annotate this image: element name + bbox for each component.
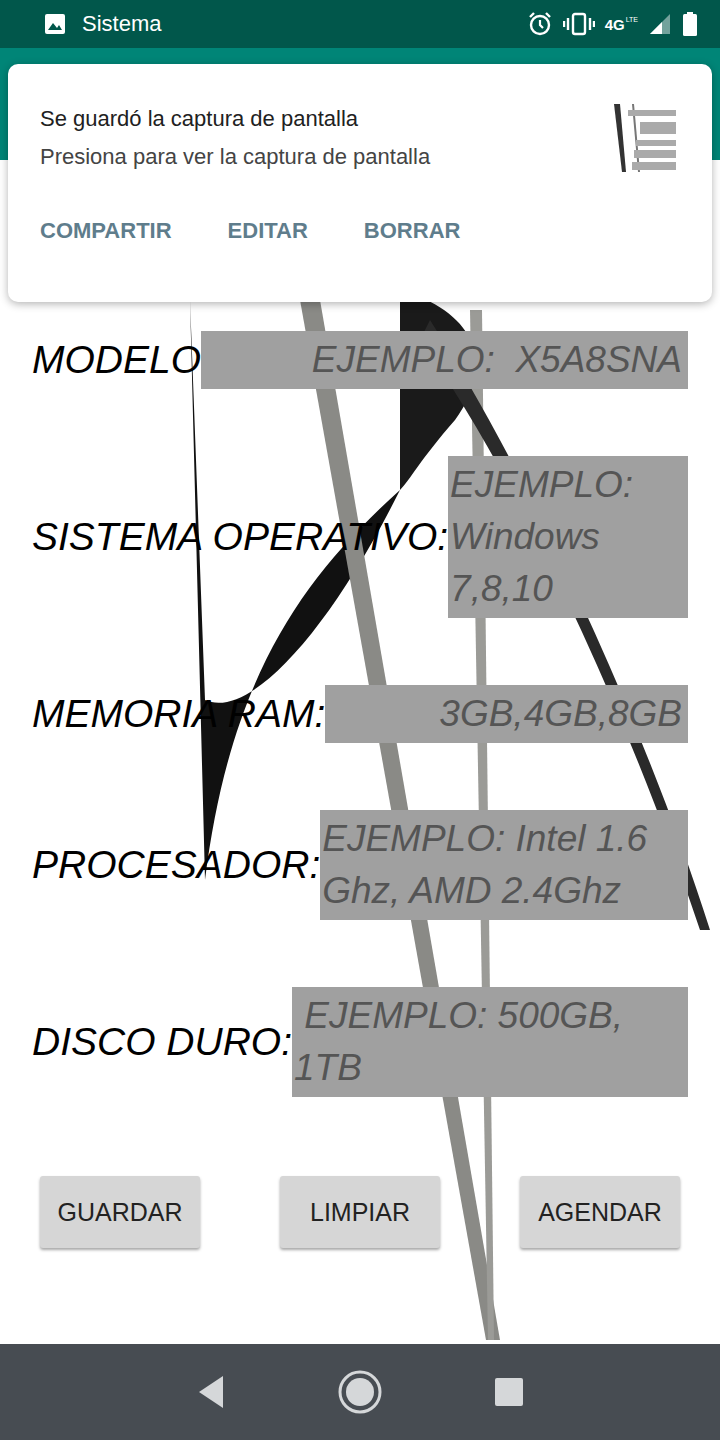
text-field[interactable]: 3GB,4GB,8GB — [325, 685, 688, 743]
text-field[interactable]: EJEMPLO: 500GB, 1TB — [292, 987, 688, 1097]
form-row: DISCO DURO: EJEMPLO: 500GB, 1TB — [32, 987, 688, 1097]
navigation-bar — [0, 1344, 720, 1440]
battery-icon — [682, 11, 698, 37]
text-field[interactable]: EJEMPLO: Intel 1.6 Ghz, AMD 2.4Ghz — [320, 810, 688, 920]
text-field[interactable]: EJEMPLO: X5A8SNA — [201, 331, 688, 389]
notification-title: Se guardó la captura de pantalla — [40, 106, 430, 132]
form-row: SISTEMA OPERATIVO: EJEMPLO: Windows 7,8,… — [32, 456, 688, 618]
status-title: Sistema — [82, 11, 161, 37]
field-label: MEMORIA RAM: — [32, 692, 325, 736]
screen: Sistema 4GLTE MODELO EJEMPLO: X5A8SNA SIS… — [0, 0, 720, 1440]
screenshot-notification[interactable]: Se guardó la captura de pantalla Presion… — [8, 64, 712, 302]
recents-icon[interactable] — [493, 1376, 525, 1408]
action-button[interactable]: AGENDAR — [520, 1176, 680, 1248]
text-field[interactable]: EJEMPLO: Windows 7,8,10 — [448, 456, 688, 618]
field-label: PROCESADOR: — [32, 843, 320, 887]
screenshot-thumbnail-icon[interactable] — [612, 102, 678, 174]
field-label: DISCO DURO: — [32, 1020, 292, 1064]
field-label: MODELO — [32, 338, 201, 382]
alarm-icon — [527, 11, 553, 37]
notification-action[interactable]: EDITAR — [228, 218, 308, 244]
action-button[interactable]: GUARDAR — [40, 1176, 200, 1248]
notification-action[interactable]: BORRAR — [364, 218, 461, 244]
status-bar: Sistema 4GLTE — [0, 0, 720, 48]
image-icon — [44, 13, 66, 35]
button-row: GUARDAR LIMPIAR AGENDAR — [0, 1176, 720, 1248]
form-row: MODELO EJEMPLO: X5A8SNA — [32, 331, 688, 389]
content: MODELO EJEMPLO: X5A8SNA SISTEMA OPERATIVO… — [0, 160, 720, 1344]
form-row: PROCESADOR: EJEMPLO: Intel 1.6 Ghz, AMD … — [32, 810, 688, 920]
network-indicator: 4GLTE — [605, 16, 638, 33]
notification-action[interactable]: COMPARTIR — [40, 218, 172, 244]
signal-icon — [648, 12, 672, 36]
field-label: SISTEMA OPERATIVO: — [32, 515, 448, 559]
home-icon[interactable] — [337, 1369, 383, 1415]
action-button[interactable]: LIMPIAR — [280, 1176, 440, 1248]
notification-text: Presiona para ver la captura de pantalla — [40, 144, 430, 170]
form: MODELO EJEMPLO: X5A8SNA SISTEMA OPERATIVO… — [0, 331, 720, 1097]
back-icon[interactable] — [195, 1374, 227, 1410]
vibrate-icon — [563, 11, 595, 37]
form-row: MEMORIA RAM: 3GB,4GB,8GB — [32, 685, 688, 743]
